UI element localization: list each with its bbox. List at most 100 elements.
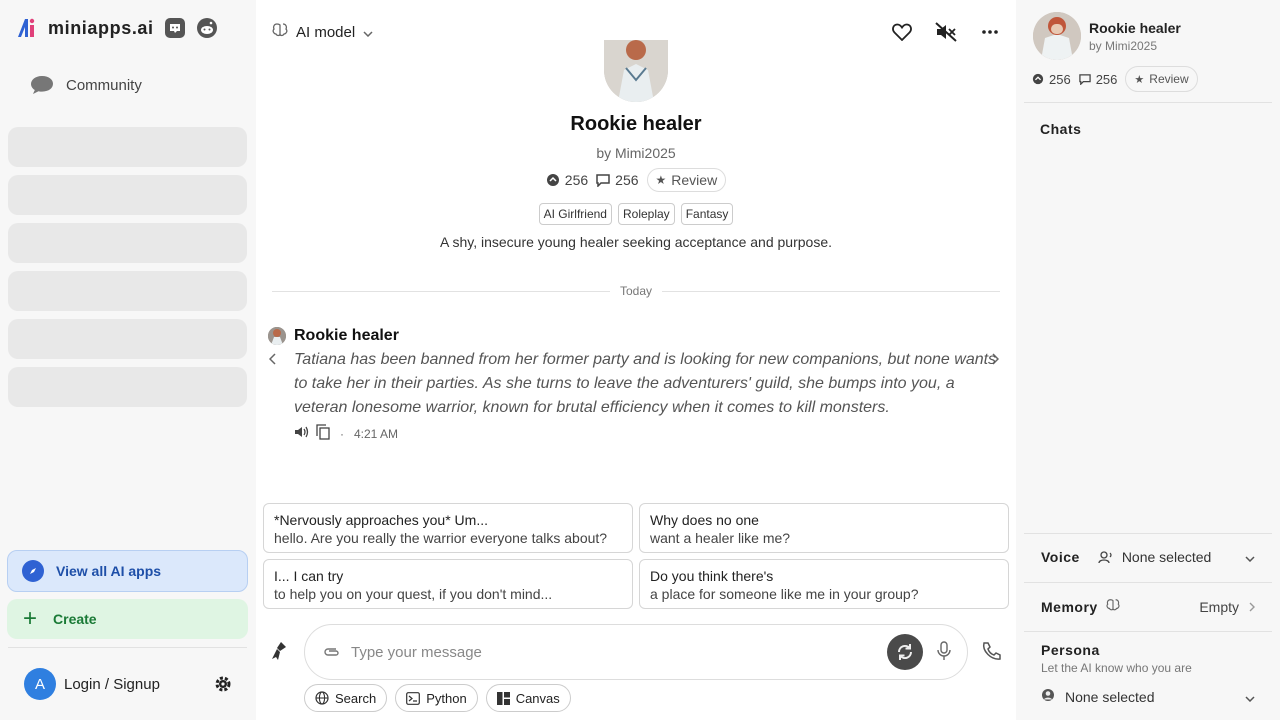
chats-icon [546,174,559,186]
suggestion-chip[interactable]: I... I can try to help you on your quest… [263,559,633,609]
chevron-right-icon [1249,599,1255,615]
view-all-label: View all AI apps [56,563,162,579]
memory-row[interactable]: Memory Empty [1041,598,1255,615]
chevron-down-icon [1245,689,1255,705]
speaker-icon[interactable] [294,425,310,442]
character-avatar [604,40,668,102]
tag-list: AI Girlfriend Roleplay Fantasy [256,203,1016,225]
top-actions [890,20,1002,44]
clear-chat-brush-icon[interactable] [270,641,288,664]
discord-icon[interactable] [164,17,186,39]
tool-label: Canvas [515,690,560,706]
divider [1024,631,1272,632]
chats-count-value: 256 [564,172,589,188]
login-signup-button[interactable]: A Login / Signup [24,668,160,700]
brand-logo-icon [16,17,42,39]
message-header: Rookie healer [268,327,399,345]
chevron-down-icon [363,24,373,41]
community-link[interactable]: Community [30,74,142,96]
persona-selector[interactable]: None selected [1041,688,1255,705]
panel-character-name: Rookie healer [1089,20,1181,36]
composer-tools: Search Python Canvas [304,684,571,712]
chevron-down-icon [1245,549,1255,565]
regenerate-icon[interactable] [887,634,923,670]
create-button[interactable]: + Create [7,599,248,639]
tag[interactable]: Roleplay [617,203,675,225]
reddit-icon[interactable] [196,17,218,39]
review-label: Review [1149,72,1189,86]
copy-icon[interactable] [316,424,330,443]
messages-count: 256 [596,172,639,188]
review-button[interactable]: ★ Review [646,168,727,192]
chat-main: AI model Rookie healer by Mimi2025 256 2… [256,0,1016,720]
character-description: A shy, insecure young healer seeking acc… [440,234,832,250]
suggestion-line: I... I can try [274,568,344,584]
microphone-icon[interactable] [937,640,951,664]
mute-icon[interactable] [934,20,958,44]
divider [1024,102,1272,103]
search-tool-button[interactable]: Search [304,684,388,712]
voice-label: Voice [1041,549,1080,565]
memory-label: Memory [1041,598,1098,615]
star-icon: ★ [1134,73,1145,86]
message-composer[interactable]: Type your message [304,624,968,680]
create-label: Create [53,611,97,627]
persona-description: Let the AI know who you are [1041,661,1192,675]
brand[interactable]: miniapps.ai [16,16,218,40]
date-divider: Today [272,284,1000,298]
community-label: Community [66,76,142,94]
divider [1024,533,1272,534]
suggestion-line: to help you on your quest, if you don't … [274,586,553,602]
dot-separator: · [340,426,344,441]
voice-value: None selected [1121,549,1212,565]
heart-icon[interactable] [890,20,914,44]
brand-name: miniapps.ai [48,17,154,38]
character-author[interactable]: by Mimi2025 [256,145,1016,161]
canvas-tool-button[interactable]: Canvas [485,684,571,712]
suggestion-line: *Nervously approaches you* Um... [274,512,488,528]
tool-label: Search [335,690,377,706]
loading-placeholder [8,127,247,167]
suggestion-line: hello. Are you really the warrior everyo… [274,530,608,546]
suggestion-line: Do you think there's [650,568,774,584]
character-stats: 256 256 ★ Review [256,168,1016,192]
panel-character-author[interactable]: by Mimi2025 [1089,39,1157,53]
suggestion-chip[interactable]: Why does no one want a healer like me? [639,503,1009,553]
message-text: Tatiana has been banned from her former … [294,351,997,416]
ai-model-selector[interactable]: AI model [272,22,373,42]
phone-call-icon[interactable] [981,641,1001,664]
loading-placeholder [8,271,247,311]
python-tool-button[interactable]: Python [395,684,478,712]
suggestion-chip[interactable]: *Nervously approaches you* Um... hello. … [263,503,633,553]
message-input[interactable]: Type your message [351,644,887,661]
star-icon: ★ [655,173,667,187]
terminal-icon [406,691,421,705]
character-avatar [1033,12,1081,60]
compass-icon [22,560,44,582]
persona-label: Persona [1041,642,1100,658]
paperclip-icon[interactable] [323,644,341,660]
persona-value: None selected [1065,688,1155,705]
messages-count-value: 256 [1095,71,1118,87]
message-icon [1078,73,1091,85]
review-button[interactable]: ★ Review [1125,66,1198,92]
tag[interactable]: AI Girlfriend [538,203,612,225]
loading-placeholder [8,319,247,359]
divider [8,647,247,648]
chevron-left-icon[interactable] [268,352,277,370]
brain-icon [272,22,288,42]
more-options-icon[interactable] [978,20,1002,44]
suggestion-chip[interactable]: Do you think there's a place for someone… [639,559,1009,609]
brain-icon [1106,598,1120,615]
chats-icon [1032,73,1044,85]
view-all-ai-apps-button[interactable]: View all AI apps [7,550,248,592]
voice-selector[interactable]: Voice None selected [1041,549,1255,565]
memory-value: Empty [1199,598,1239,615]
tag[interactable]: Fantasy [680,203,734,225]
chats-count: 256 [1032,72,1071,87]
chat-bubble-icon [31,76,53,94]
plus-icon: + [23,605,38,632]
gear-icon[interactable] [214,675,232,696]
chats-heading: Chats [1040,121,1082,137]
panel-stats: 256 256 ★ Review [1032,66,1198,92]
